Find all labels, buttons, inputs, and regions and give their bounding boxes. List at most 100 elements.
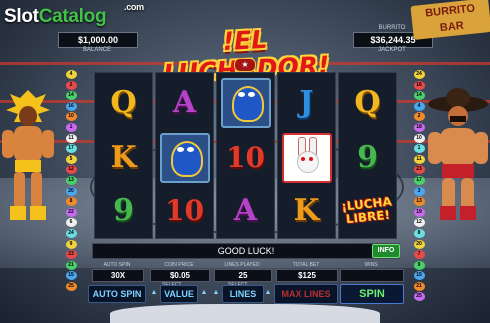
payline-indicator[interactable]: 11 xyxy=(413,154,425,164)
payline-indicator[interactable]: 23 xyxy=(413,165,425,175)
payline-indicator[interactable]: 3 xyxy=(413,186,425,196)
payline-indicators-right: 24 16 14 4 2 18 10 1 11 23 17 3 13 19 12 8 20 7 9 15 21 25 xyxy=(412,70,426,302)
wrestler-right xyxy=(424,86,490,226)
payline-indicator[interactable]: 14 xyxy=(65,91,77,101)
payline-indicator[interactable]: 20 xyxy=(413,239,425,249)
payline-indicator[interactable]: 9 xyxy=(413,260,425,270)
payline-indicator[interactable]: 25 xyxy=(413,292,425,302)
value-button[interactable]: VALUE xyxy=(160,285,198,303)
luchador-mask-icon xyxy=(159,132,210,183)
payline-indicator[interactable]: 2 xyxy=(413,112,425,122)
game-stage: SlotCatalog .com $1,000.00 BALANCE BURRI… xyxy=(0,0,490,323)
symbol-text: 9 xyxy=(113,193,134,228)
payline-indicator[interactable]: 16 xyxy=(413,80,425,90)
rabbit-icon xyxy=(281,132,332,183)
symbol-text: K xyxy=(293,193,320,228)
auto-spin-label: AUTO SPIN xyxy=(103,262,131,268)
payline-indicator[interactable]: 1 xyxy=(413,144,425,154)
payline-indicator[interactable]: 10 xyxy=(65,112,77,122)
payline-indicator[interactable]: 18 xyxy=(413,122,425,132)
max-lines-button[interactable]: MAX LINES xyxy=(274,284,338,304)
lines-up-arrow-icon[interactable]: ▲ xyxy=(264,289,272,297)
symbol-text: 10 xyxy=(226,141,265,174)
coin-price-value: $0.05 xyxy=(150,269,210,282)
payline-indicator[interactable]: 25 xyxy=(65,281,77,291)
wrestler-left xyxy=(0,88,56,228)
info-button-right[interactable]: INFO xyxy=(372,244,400,258)
payline-indicators-left: 4 2 14 16 10 1 11 17 5 12 13 20 8 22 6 24 9 23 21 15 25 xyxy=(64,70,78,291)
payline-indicator[interactable]: 19 xyxy=(413,207,425,217)
reel-1: Q K 9 xyxy=(94,72,153,239)
payline-indicator[interactable]: 12 xyxy=(65,165,77,175)
reel-symbol-q: Q xyxy=(95,75,152,130)
wins-label: WINS xyxy=(364,262,378,268)
balance-value: $1,000.00 xyxy=(58,32,138,48)
value-up-arrow-icon[interactable]: ▲ xyxy=(200,289,208,297)
payline-indicator[interactable]: 2 xyxy=(65,80,77,90)
reel-symbol-a: A xyxy=(217,183,274,238)
payline-indicator[interactable]: 14 xyxy=(413,91,425,101)
status-message: GOOD LUCK! xyxy=(92,243,400,259)
payline-indicator[interactable]: 4 xyxy=(65,70,77,79)
luchador-mask-icon xyxy=(220,77,271,128)
reel-symbol-10: 10 xyxy=(217,130,274,185)
payline-indicator[interactable]: 13 xyxy=(65,175,77,185)
burrito-bar-sign: BURRITO BAR xyxy=(410,0,490,40)
payline-indicator[interactable]: 21 xyxy=(413,281,425,291)
spin-button[interactable]: SPIN xyxy=(340,284,404,304)
payline-indicator[interactable]: 22 xyxy=(65,207,77,217)
reel-symbol-9: 9 xyxy=(95,183,152,238)
payline-indicator[interactable]: 9 xyxy=(65,239,77,249)
auto-spin-button[interactable]: AUTO SPIN xyxy=(88,285,146,303)
payline-indicator[interactable]: 13 xyxy=(413,197,425,207)
payline-indicator[interactable]: 17 xyxy=(65,144,77,154)
rabbit-symbol xyxy=(278,130,335,185)
symbol-text: J xyxy=(299,85,314,120)
auto-spin-value: 30X xyxy=(92,269,144,282)
payline-indicator[interactable]: 16 xyxy=(65,101,77,111)
value-down-arrow-icon[interactable]: ▲ xyxy=(150,289,158,297)
lines-button[interactable]: LINES xyxy=(222,285,264,303)
symbol-text: A xyxy=(233,193,258,228)
reel-symbol-q: Q xyxy=(339,75,396,130)
payline-indicator[interactable]: 8 xyxy=(413,228,425,238)
payline-indicator[interactable]: 20 xyxy=(65,186,77,196)
lines-played-value: 25 xyxy=(214,269,272,282)
jackpot-label: JACKPOT xyxy=(378,47,406,53)
payline-indicator[interactable]: 6 xyxy=(65,218,77,228)
payline-indicator[interactable]: 15 xyxy=(413,271,425,281)
reel-3: 10 A xyxy=(216,72,275,239)
symbol-text: 10 xyxy=(165,194,204,227)
lines-played-label: LINES PLAYED xyxy=(224,262,260,268)
wins-value xyxy=(340,269,404,282)
payline-indicator[interactable]: 24 xyxy=(65,228,77,238)
star-icon: ★ xyxy=(234,58,256,72)
payline-indicator[interactable]: 24 xyxy=(413,70,425,79)
payline-indicator[interactable]: 15 xyxy=(65,271,77,281)
bottom-decor-banner xyxy=(110,304,380,323)
payline-indicator[interactable]: 1 xyxy=(65,122,77,132)
payline-indicator[interactable]: 21 xyxy=(65,260,77,270)
payline-indicator[interactable]: 4 xyxy=(413,101,425,111)
symbol-text: K xyxy=(110,140,137,175)
lines-down-arrow-icon[interactable]: ▲ xyxy=(212,289,220,297)
reel-symbol-a: A xyxy=(156,75,213,130)
payline-indicator[interactable]: 7 xyxy=(413,250,425,260)
payline-indicator[interactable]: 8 xyxy=(65,197,77,207)
brand-logo: SlotCatalog .com xyxy=(4,2,144,28)
payline-indicator[interactable]: 12 xyxy=(413,218,425,228)
reel-4: J K xyxy=(277,72,336,239)
luchador-mask-symbol xyxy=(217,75,274,130)
reel-symbol-j: J xyxy=(278,75,335,130)
payline-indicator[interactable]: 17 xyxy=(413,175,425,185)
coin-price-label: COIN PRICE xyxy=(164,262,194,268)
payline-indicator[interactable]: 23 xyxy=(65,250,77,260)
reel-symbol-k: K xyxy=(278,183,335,238)
reel-symbol-10: 10 xyxy=(156,183,213,238)
payline-indicator[interactable]: 11 xyxy=(65,133,77,143)
payline-indicator[interactable]: 10 xyxy=(413,133,425,143)
reel-symbol-9: 9 xyxy=(339,130,396,185)
payline-indicator[interactable]: 5 xyxy=(65,154,77,164)
reel-symbol-k: K xyxy=(95,130,152,185)
symbol-text: 9 xyxy=(357,140,378,175)
